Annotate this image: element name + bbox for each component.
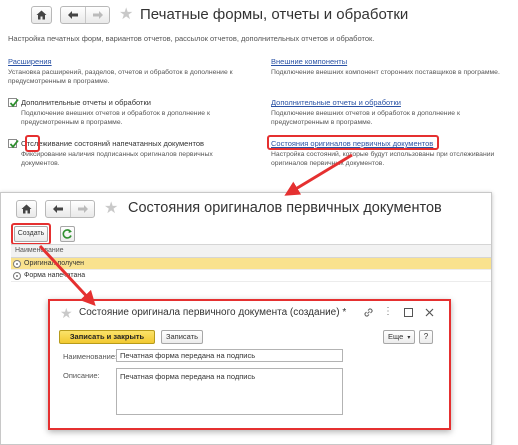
navigation-buttons — [45, 200, 95, 218]
save-and-close-button[interactable]: Записать и закрыть — [59, 330, 155, 344]
star-icon[interactable]: ★ — [60, 304, 73, 322]
home-icon — [21, 204, 32, 214]
settings-window: ★ Печатные формы, отчеты и обработки Нас… — [0, 0, 518, 190]
checkmark-icon — [9, 139, 19, 149]
save-button[interactable]: Записать — [161, 330, 203, 344]
home-icon — [36, 10, 47, 20]
name-label: Наименование: — [63, 352, 118, 361]
link-highlight — [267, 135, 439, 150]
external-components-link[interactable]: Внешние компоненты — [271, 57, 506, 66]
item-description: Подключение внешних компонент сторонних … — [271, 69, 500, 76]
page-subtitle: Настройка печатных форм, вариантов отчет… — [8, 34, 375, 43]
forward-arrow-icon — [77, 205, 88, 213]
checkmark-icon — [9, 98, 19, 108]
additional-reports-checkbox[interactable] — [8, 98, 19, 108]
navigation-buttons — [60, 6, 110, 24]
list-item[interactable]: Форма напечатана — [11, 270, 491, 282]
list-item-label: Оригинал получен — [24, 260, 85, 267]
refresh-icon — [62, 229, 72, 239]
list-item-label: Форма напечатана — [24, 272, 86, 279]
dialog-title: Состояние оригинала первичного документа… — [79, 307, 347, 318]
create-state-dialog: ★ Состояние оригинала первичного докумен… — [48, 299, 451, 430]
back-button[interactable] — [61, 7, 85, 23]
description-label: Описание: — [63, 371, 100, 380]
right-item-additional-reports: Дополнительные отчеты и обработки Подклю… — [271, 98, 506, 127]
additional-reports-label: Дополнительные отчеты и обработки — [21, 98, 151, 107]
item-description: Подключение внешних отчетов и обработок … — [271, 110, 460, 126]
state-icon — [13, 271, 21, 280]
page-title: Печатные формы, отчеты и обработки — [140, 6, 409, 23]
back-arrow-icon — [68, 11, 78, 19]
close-x-glyph — [425, 308, 433, 317]
right-item-external-components: Внешние компоненты Подключение внешних к… — [271, 57, 506, 78]
back-arrow-icon — [53, 205, 63, 213]
list-title: Состояния оригиналов первичных документо… — [128, 200, 442, 216]
item-description: Настройка состояний, которые будут испол… — [271, 151, 495, 167]
forward-arrow-icon — [92, 11, 103, 19]
more-button[interactable]: Еще ▾ — [383, 330, 415, 344]
maximize-icon[interactable] — [401, 305, 415, 319]
home-button[interactable] — [16, 200, 37, 218]
state-icon — [13, 259, 21, 268]
forward-button[interactable] — [85, 7, 109, 23]
back-button[interactable] — [46, 201, 70, 217]
left-item-extensions: Расширения Установка расширений, раздело… — [8, 57, 243, 86]
maximize-square-glyph — [403, 308, 413, 317]
additional-reports-link[interactable]: Дополнительные отчеты и обработки — [271, 98, 506, 107]
star-icon[interactable]: ★ — [119, 6, 133, 24]
star-icon[interactable]: ★ — [104, 200, 118, 218]
extensions-link[interactable]: Расширения — [8, 57, 243, 66]
column-header[interactable]: Наименование — [11, 245, 491, 258]
create-highlight — [11, 223, 51, 245]
item-description: Установка расширений, разделов, отчетов … — [8, 69, 233, 85]
checkbox-highlight — [25, 135, 40, 152]
home-button[interactable] — [31, 6, 52, 24]
left-item-additional-reports: Дополнительные отчеты и обработки Подклю… — [8, 98, 243, 127]
item-description: Подключение внешних отчетов и обработок … — [21, 110, 210, 126]
name-field[interactable]: Печатная форма передана на подпись — [116, 349, 343, 362]
left-item-tracking: Отслеживание состояний напечатанных доку… — [8, 139, 243, 168]
list-item[interactable]: Оригинал получен — [11, 258, 491, 270]
description-field[interactable]: Печатная форма передана на подпись — [116, 368, 343, 415]
link-icon[interactable] — [361, 305, 375, 319]
item-description: Фиксирование наличия подписанных оригина… — [21, 151, 213, 167]
tracking-label: Отслеживание состояний напечатанных доку… — [21, 139, 204, 148]
close-icon[interactable] — [422, 305, 436, 319]
more-vertical-icon[interactable]: ⋮ — [381, 305, 395, 319]
help-button[interactable]: ? — [419, 330, 433, 344]
link-chain-glyph — [363, 308, 373, 317]
tracking-checkbox[interactable] — [8, 139, 19, 149]
chevron-down-icon: ▾ — [407, 335, 411, 341]
refresh-button[interactable] — [60, 226, 75, 242]
forward-button[interactable] — [70, 201, 94, 217]
more-button-label: Еще — [388, 332, 404, 341]
